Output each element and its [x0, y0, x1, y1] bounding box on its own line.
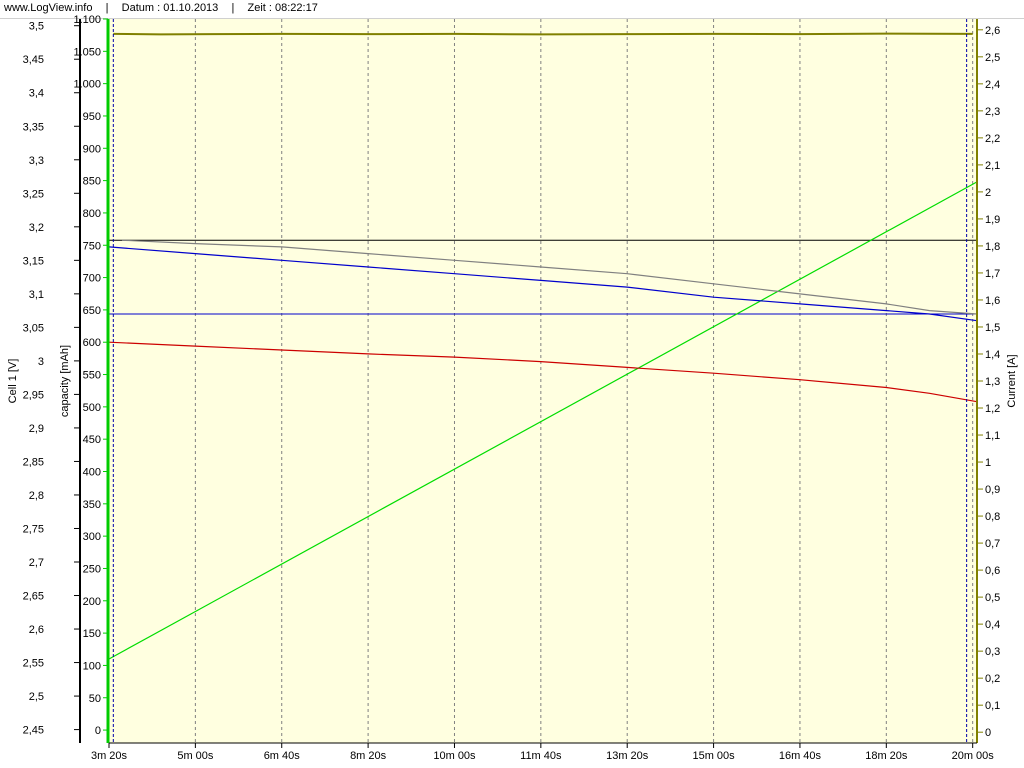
y-tick-label-current: 1,1: [985, 430, 1000, 442]
x-tick-label: 11m 40s: [520, 750, 562, 762]
x-tick-label: 15m 00s: [692, 750, 735, 762]
x-tick-label: 10m 00s: [433, 750, 476, 762]
y-tick-label-voltage: 2,7: [29, 557, 44, 569]
y-tick-label-capacity: 700: [83, 273, 101, 285]
y-tick-label-current: 0,4: [985, 619, 1000, 631]
y-tick-label-voltage: 3,15: [23, 255, 44, 267]
y-tick-label-capacity: 500: [83, 402, 101, 414]
y-tick-label-current: 1,6: [985, 295, 1000, 307]
y-tick-label-capacity: 950: [83, 111, 101, 123]
y-tick-label-voltage: 2,75: [23, 523, 44, 535]
x-tick-label: 16m 40s: [779, 750, 822, 762]
y-tick-label-capacity: 550: [83, 370, 101, 382]
y-tick-label-capacity: 150: [83, 628, 101, 640]
y-tick-label-voltage: 3,35: [23, 121, 44, 133]
y-tick-label-voltage: 3: [38, 356, 44, 368]
y-tick-label-current: 0,9: [985, 484, 1000, 496]
chart: 2,45 2,5 2,55 2,6 2,65 2,7 2,75 2,8 2,85 2,9 2,95 3…: [7, 14, 1018, 762]
y-tick-label-voltage: 2,85: [23, 456, 44, 468]
y-tick-label-current: 0,3: [985, 646, 1000, 658]
y-tick-label-current: 0,2: [985, 673, 1000, 685]
y-tick-label-current: 0,7: [985, 538, 1000, 550]
y-tick-label-voltage: 2,5: [29, 691, 44, 703]
y-tick-label-voltage: 3,5: [29, 21, 44, 33]
x-tick-label: 13m 20s: [606, 750, 649, 762]
plot-area: [109, 19, 977, 743]
y-tick-label-current: 1,4: [985, 349, 1000, 361]
y-tick-label-capacity: 750: [83, 240, 101, 252]
y-tick-label-current: 2,5: [985, 52, 1000, 64]
y-tick-label-capacity: 350: [83, 499, 101, 511]
y-tick-label-current: 1,9: [985, 214, 1000, 226]
y-tick-label-current: 0,8: [985, 511, 1000, 523]
x-tick-label: 3m 20s: [91, 750, 128, 762]
y-tick-label-current: 2: [985, 187, 991, 199]
x-tick-label: 8m 20s: [350, 750, 387, 762]
y-tick-label-capacity: 900: [83, 143, 101, 155]
y-tick-label-current: 1,8: [985, 241, 1000, 253]
y-tick-label-voltage: 2,95: [23, 389, 44, 401]
y-tick-label-capacity: 100: [83, 660, 101, 672]
y-tick-label-current: 1,2: [985, 403, 1000, 415]
y-tick-label-capacity: 1.000: [73, 79, 101, 91]
series-line-current: [113, 32, 973, 36]
y-tick-label-capacity: 1.100: [73, 14, 101, 26]
y-tick-label-voltage: 3,4: [29, 88, 44, 100]
y-tick-label-capacity: 600: [83, 337, 101, 349]
y-tick-label-capacity: 250: [83, 563, 101, 575]
y-tick-label-current: 0,5: [985, 592, 1000, 604]
y-tick-label-capacity: 800: [83, 208, 101, 220]
y-tick-label-current: 2,1: [985, 160, 1000, 172]
y-axis-title-current: Current [A]: [1006, 354, 1018, 407]
y-tick-label-voltage: 3,1: [29, 289, 44, 301]
y-axis-title-capacity: capacity [mAh]: [59, 345, 71, 417]
y-tick-label-capacity: 850: [83, 176, 101, 188]
y-axis-title-voltage: Cell 1 [V]: [7, 359, 19, 404]
y-tick-label-current: 0: [985, 727, 991, 739]
y-tick-label-capacity: 50: [89, 693, 101, 705]
y-tick-label-capacity: 0: [95, 725, 101, 737]
y-tick-label-current: 0,1: [985, 700, 1000, 712]
y-tick-label-capacity: 200: [83, 596, 101, 608]
y-tick-label-current: 2,2: [985, 133, 1000, 145]
x-tick-label: 6m 40s: [264, 750, 301, 762]
x-tick-label: 18m 20s: [865, 750, 908, 762]
y-tick-label-current: 1: [985, 457, 991, 469]
y-tick-label-voltage: 3,05: [23, 322, 44, 334]
y-tick-label-voltage: 2,55: [23, 658, 44, 670]
y-tick-label-capacity: 1.050: [73, 46, 101, 58]
y-tick-label-capacity: 450: [83, 434, 101, 446]
y-tick-label-voltage: 3,45: [23, 54, 44, 66]
y-tick-label-voltage: 2,8: [29, 490, 44, 502]
x-tick-label: 5m 00s: [177, 750, 214, 762]
y-tick-label-current: 0,6: [985, 565, 1000, 577]
y-tick-label-capacity: 650: [83, 305, 101, 317]
y-tick-label-current: 1,3: [985, 376, 1000, 388]
y-tick-label-current: 1,5: [985, 322, 1000, 334]
y-tick-label-voltage: 2,45: [23, 725, 44, 737]
y-tick-label-current: 2,4: [985, 79, 1000, 91]
y-tick-label-capacity: 300: [83, 531, 101, 543]
y-tick-label-voltage: 2,6: [29, 624, 44, 636]
y-tick-label-current: 2,6: [985, 25, 1000, 37]
y-tick-label-voltage: 3,3: [29, 155, 44, 167]
y-tick-label-voltage: 2,65: [23, 591, 44, 603]
y-tick-label-current: 1,7: [985, 268, 1000, 280]
y-tick-label-current: 2,3: [985, 106, 1000, 118]
y-tick-label-voltage: 3,2: [29, 222, 44, 234]
y-tick-label-voltage: 2,9: [29, 423, 44, 435]
y-tick-label-voltage: 3,25: [23, 188, 44, 200]
x-tick-label: 20m 00s: [952, 750, 995, 762]
y-tick-label-capacity: 400: [83, 467, 101, 479]
